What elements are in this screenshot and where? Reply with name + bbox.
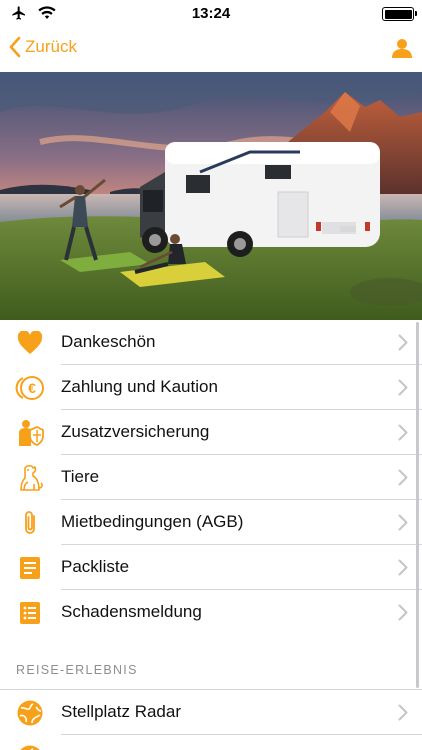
status-bar: 13:24 (0, 0, 422, 28)
back-label: Zurück (25, 37, 77, 56)
globe-icon (15, 699, 45, 726)
paperclip-icon (15, 509, 45, 536)
checklist-icon (15, 554, 45, 581)
chevron-right-icon (398, 379, 408, 396)
section-title: REISE-ERLEBNIS (16, 663, 138, 677)
svg-text:€: € (28, 380, 36, 396)
menu-list-reise: Stellplatz Radar (0, 690, 422, 750)
chevron-right-icon (398, 334, 408, 351)
chevron-right-icon (398, 514, 408, 531)
scrollbar[interactable] (416, 322, 419, 688)
chevron-right-icon (398, 604, 408, 621)
menu-item-stellplatz-radar[interactable]: Stellplatz Radar (0, 690, 422, 735)
globe-icon (15, 744, 45, 750)
profile-button[interactable] (392, 38, 412, 63)
hero-image (0, 72, 422, 320)
chevron-right-icon (398, 559, 408, 576)
menu-item-label: Mietbedingungen (AGB) (61, 512, 244, 531)
menu-item-mietbedingungen[interactable]: Mietbedingungen (AGB) (0, 500, 422, 545)
menu-item-label: Zahlung und Kaution (61, 377, 218, 396)
menu-item-schadensmeldung[interactable]: Schadensmeldung (0, 590, 422, 635)
status-time: 13:24 (191, 5, 231, 22)
menu-item-zusatzversicherung[interactable]: Zusatzversicherung (0, 410, 422, 455)
menu-item-label: Dankeschön (61, 332, 156, 351)
menu-item-label: Tiere (61, 467, 100, 486)
euro-coin-icon: € (15, 374, 45, 401)
insurance-shield-icon (15, 419, 45, 446)
chevron-right-icon (398, 704, 408, 721)
menu-item-label: Stellplatz Radar (61, 702, 182, 721)
menu-item-packliste[interactable]: Packliste (0, 545, 422, 590)
dog-icon (15, 464, 45, 491)
menu-list: Dankeschön € Zahlung und Kaution Zusatzv… (0, 320, 422, 635)
menu-item-label: Schadensmeldung (61, 602, 202, 621)
battery-icon (382, 7, 417, 21)
menu-item-label: Zusatzversicherung (61, 422, 210, 441)
section-header: REISE-ERLEBNIS (0, 634, 422, 690)
heart-icon (15, 329, 45, 356)
chevron-right-icon (398, 424, 408, 441)
menu-item-tiere[interactable]: Tiere (0, 455, 422, 500)
chevron-left-icon (9, 36, 21, 58)
menu-item-zahlung[interactable]: € Zahlung und Kaution (0, 365, 422, 410)
menu-item-next[interactable] (0, 735, 422, 750)
nav-bar: Zurück (0, 28, 422, 72)
user-icon (392, 39, 412, 58)
back-button[interactable]: Zurück (8, 36, 77, 58)
list-icon (15, 599, 45, 626)
menu-item-dankeschoen[interactable]: Dankeschön (0, 320, 422, 365)
menu-item-label: Packliste (61, 557, 130, 576)
chevron-right-icon (398, 469, 408, 486)
